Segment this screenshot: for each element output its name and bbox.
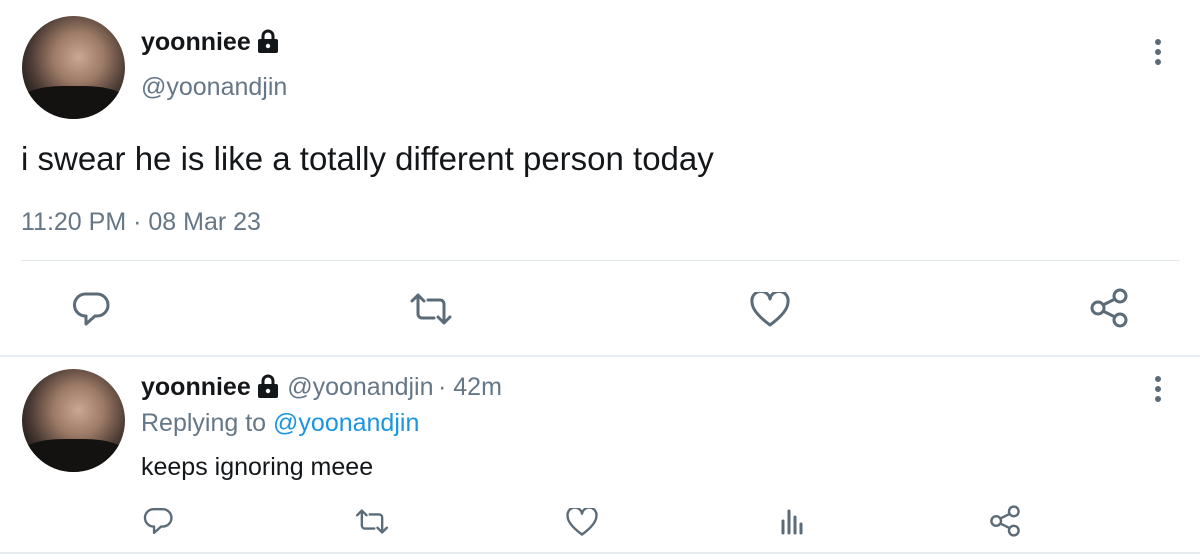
more-options-icon[interactable] — [1152, 376, 1164, 406]
share-icon[interactable] — [1088, 288, 1130, 328]
reply-text: keeps ignoring meee — [141, 453, 374, 481]
more-options-icon[interactable] — [1152, 39, 1164, 69]
retweet-icon[interactable] — [408, 292, 454, 326]
lock-icon — [257, 29, 279, 64]
lock-icon — [257, 374, 279, 409]
avatar[interactable] — [22, 16, 125, 119]
tweet-text: i swear he is like a totally different p… — [21, 140, 714, 177]
section-divider — [0, 355, 1200, 357]
timestamp: 11:20 PM · 08 Mar 23 — [21, 207, 261, 237]
share-icon[interactable] — [988, 505, 1022, 537]
replying-to: Replying to @yoonandjin — [141, 408, 419, 438]
replying-to-link[interactable]: @yoonandjin — [273, 409, 419, 437]
replying-prefix: Replying to — [141, 409, 267, 437]
reply-age: · 42m — [437, 373, 502, 401]
display-name[interactable]: yoonniee — [141, 28, 251, 56]
retweet-icon[interactable] — [354, 508, 390, 535]
analytics-icon[interactable] — [778, 507, 806, 535]
reply-icon[interactable] — [142, 506, 174, 536]
author-name-row: yoonniee — [141, 27, 279, 64]
reply-header: yoonniee @yoonandjin · 42m — [141, 372, 502, 409]
bottom-divider — [0, 552, 1200, 554]
reply-icon[interactable] — [71, 290, 111, 328]
tweet-date[interactable]: 08 Mar 23 — [148, 208, 261, 236]
like-icon[interactable] — [566, 508, 598, 537]
handle[interactable]: @yoonandjin — [141, 72, 287, 102]
like-icon[interactable] — [750, 292, 790, 328]
divider — [21, 260, 1180, 261]
tweet-time[interactable]: 11:20 PM — [21, 208, 126, 236]
reply-handle[interactable]: @yoonandjin — [287, 373, 433, 401]
meta-separator: · — [133, 208, 142, 236]
reply-display-name[interactable]: yoonniee — [141, 373, 251, 401]
reply-avatar[interactable] — [22, 369, 125, 472]
